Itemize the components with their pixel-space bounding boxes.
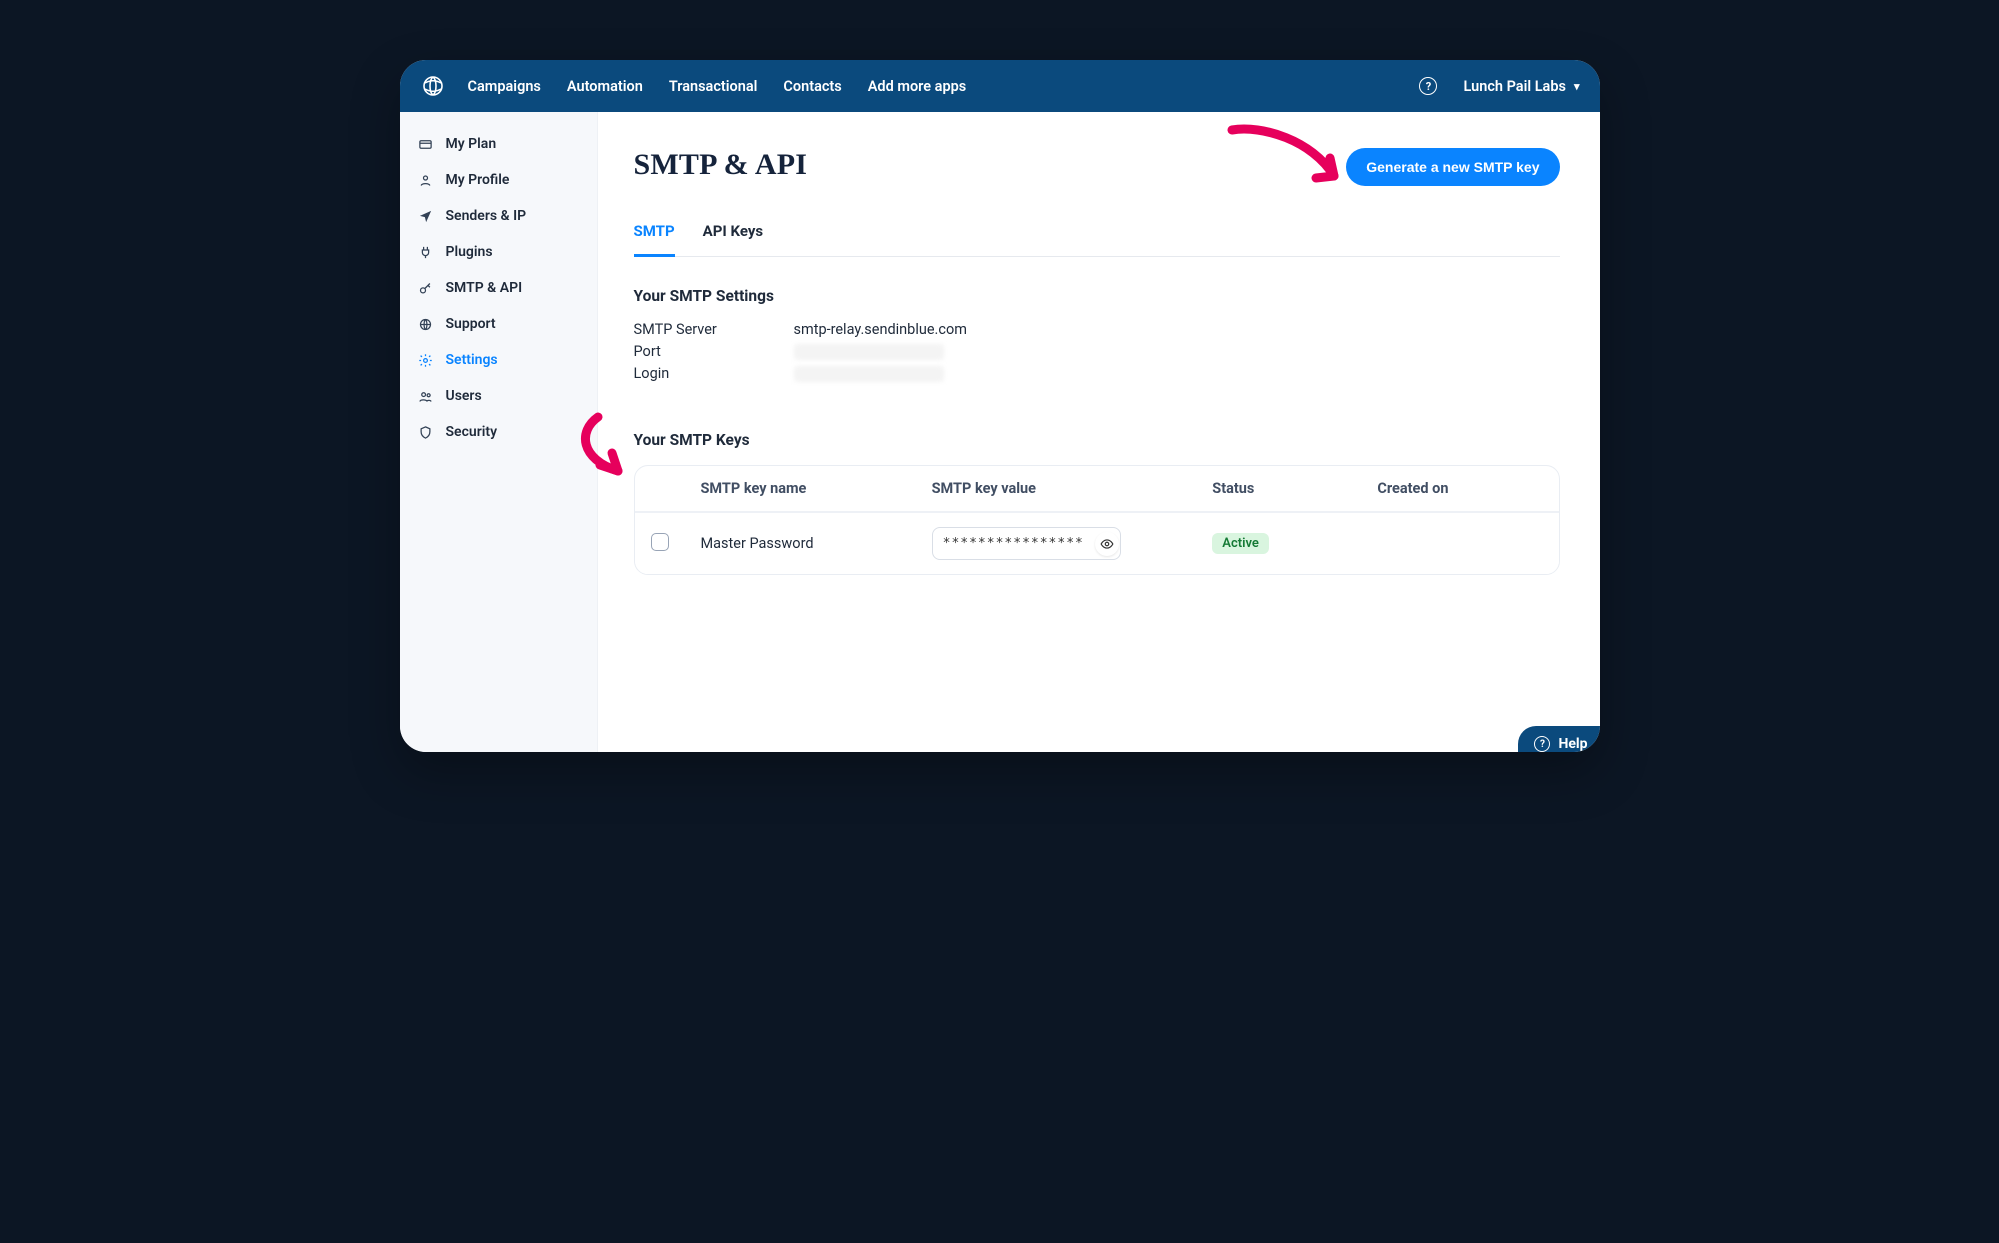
smtp-settings-heading: Your SMTP Settings <box>634 287 1560 305</box>
nav-transactional[interactable]: Transactional <box>669 78 758 95</box>
send-icon <box>418 209 434 224</box>
col-created-on: Created on <box>1377 480 1542 497</box>
sidebar-item-my-profile[interactable]: My Profile <box>400 162 597 198</box>
col-status: Status <box>1212 480 1377 497</box>
nav-automation[interactable]: Automation <box>567 78 643 95</box>
sidebar-item-label: My Profile <box>446 172 510 188</box>
generate-smtp-key-button[interactable]: Generate a new SMTP key <box>1346 148 1559 186</box>
chevron-down-icon: ▾ <box>1574 80 1580 93</box>
status-badge: Active <box>1212 533 1269 554</box>
sidebar-item-label: Senders & IP <box>446 208 527 224</box>
key-name-cell: Master Password <box>701 535 932 552</box>
sidebar-item-smtp-api[interactable]: SMTP & API <box>400 270 597 306</box>
smtp-port-label: Port <box>634 341 794 363</box>
smtp-login-value-redacted <box>794 366 944 382</box>
key-value-masked[interactable]: **************** <box>932 527 1121 560</box>
sidebar-item-settings[interactable]: Settings <box>400 342 597 378</box>
sidebar-item-label: Support <box>446 316 496 332</box>
sidebar-item-my-plan[interactable]: My Plan <box>400 126 597 162</box>
account-name: Lunch Pail Labs <box>1463 78 1565 95</box>
smtp-settings-list: SMTP Server smtp-relay.sendinblue.com Po… <box>634 319 1560 385</box>
col-key-name: SMTP key name <box>701 480 932 497</box>
tabs: SMTP API Keys <box>634 214 1560 257</box>
tab-api-keys[interactable]: API Keys <box>703 214 763 256</box>
top-nav-links: Campaigns Automation Transactional Conta… <box>468 78 967 95</box>
sidebar-item-label: My Plan <box>446 136 497 152</box>
help-icon[interactable]: ? <box>1419 77 1437 95</box>
nav-campaigns[interactable]: Campaigns <box>468 78 541 95</box>
smtp-server-value: smtp-relay.sendinblue.com <box>794 319 967 341</box>
smtp-keys-table: SMTP key name SMTP key value Status Crea… <box>634 465 1560 575</box>
page-title: SMTP & API <box>634 148 808 182</box>
sidebar-item-label: Settings <box>446 352 498 368</box>
nav-add-more-apps[interactable]: Add more apps <box>868 78 966 95</box>
brand-logo-icon <box>420 73 446 99</box>
sidebar-item-senders-ip[interactable]: Senders & IP <box>400 198 597 234</box>
sidebar-item-plugins[interactable]: Plugins <box>400 234 597 270</box>
shield-icon <box>418 425 434 440</box>
card-icon <box>418 137 434 152</box>
sidebar-item-label: SMTP & API <box>446 280 523 296</box>
account-dropdown[interactable]: Lunch Pail Labs ▾ <box>1463 78 1579 95</box>
col-key-value: SMTP key value <box>932 480 1213 497</box>
globe-icon <box>418 317 434 332</box>
smtp-port-value-redacted <box>794 344 944 360</box>
help-fab-label: Help <box>1558 736 1587 752</box>
plug-icon <box>418 245 434 260</box>
smtp-server-label: SMTP Server <box>634 319 794 341</box>
app-window: Campaigns Automation Transactional Conta… <box>400 60 1600 752</box>
users-icon <box>418 389 434 404</box>
smtp-login-label: Login <box>634 363 794 385</box>
sidebar-item-users[interactable]: Users <box>400 378 597 414</box>
sidebar-item-label: Plugins <box>446 244 493 260</box>
annotation-arrow-icon <box>1222 120 1352 210</box>
help-icon: ? <box>1534 736 1550 752</box>
top-nav: Campaigns Automation Transactional Conta… <box>400 60 1600 112</box>
gear-icon <box>418 353 434 368</box>
sidebar-item-support[interactable]: Support <box>400 306 597 342</box>
sidebar-item-label: Users <box>446 388 482 404</box>
smtp-keys-heading: Your SMTP Keys <box>634 431 1560 449</box>
help-fab[interactable]: ? Help <box>1518 726 1599 752</box>
user-icon <box>418 173 434 188</box>
sidebar: My Plan My Profile Senders & IP Plugins <box>400 112 598 752</box>
table-header-row: SMTP key name SMTP key value Status Crea… <box>635 466 1559 512</box>
tab-smtp[interactable]: SMTP <box>634 214 675 257</box>
key-icon <box>418 281 434 296</box>
sidebar-item-label: Security <box>446 424 498 440</box>
row-checkbox[interactable] <box>651 533 669 551</box>
main-content: SMTP & API Generate a new SMTP key SMTP … <box>598 112 1600 752</box>
sidebar-item-security[interactable]: Security <box>400 414 597 450</box>
table-row: Master Password **************** Active <box>635 512 1559 574</box>
nav-contacts[interactable]: Contacts <box>783 78 841 95</box>
